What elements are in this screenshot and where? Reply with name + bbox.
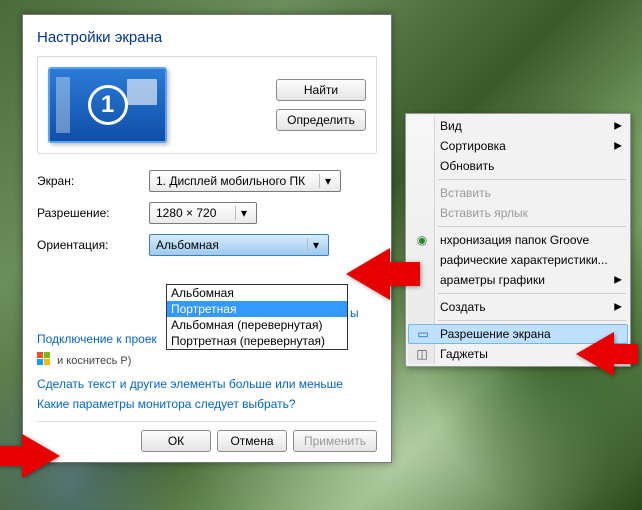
ctx-view[interactable]: Вид▶ — [408, 116, 628, 136]
separator — [37, 421, 377, 422]
orientation-option-selected[interactable]: Портретная — [167, 301, 347, 317]
ctx-refresh[interactable]: Обновить — [408, 156, 628, 176]
submenu-arrow-icon: ▶ — [614, 302, 622, 313]
orientation-option[interactable]: Портретная (перевернутая) — [167, 333, 347, 349]
monitor-preview[interactable]: 1 — [48, 67, 167, 143]
apply-button[interactable]: Применить — [293, 430, 377, 452]
ctx-groove-sync[interactable]: ◉ нхронизация папок Groove — [408, 230, 628, 250]
screen-label: Экран: — [37, 174, 149, 188]
ctx-paste: Вставить — [408, 183, 628, 203]
monitor-icon: ▭ — [415, 326, 431, 342]
orientation-option[interactable]: Альбомная (перевернутая) — [167, 317, 347, 333]
separator — [438, 179, 626, 180]
groove-icon: ◉ — [414, 232, 430, 248]
orientation-option[interactable]: Альбомная — [167, 285, 347, 301]
annotation-arrow — [22, 434, 60, 478]
orientation-label: Ориентация: — [37, 238, 149, 252]
resolution-label: Разрешение: — [37, 206, 149, 220]
identify-button[interactable]: Определить — [276, 109, 366, 131]
ctx-sort[interactable]: Сортировка▶ — [408, 136, 628, 156]
screen-select[interactable]: 1. Дисплей мобильного ПК ▾ — [149, 170, 341, 192]
windows-key-icon — [37, 352, 51, 366]
chevron-down-icon: ▾ — [235, 206, 252, 220]
display-settings-dialog: Настройки экрана 1 Найти Определить Экра… — [22, 14, 392, 463]
gadgets-icon: ◫ — [414, 346, 430, 362]
resolution-select[interactable]: 1280 × 720 ▾ — [149, 202, 257, 224]
textsize-link[interactable]: Сделать текст и другие элементы больше и… — [37, 377, 377, 391]
orientation-select[interactable]: Альбомная ▾ — [149, 234, 329, 256]
desktop-context-menu: Вид▶ Сортировка▶ Обновить Вставить Встав… — [405, 113, 631, 367]
ctx-create[interactable]: Создать▶ — [408, 297, 628, 317]
cancel-button[interactable]: Отмена — [217, 430, 287, 452]
submenu-arrow-icon: ▶ — [614, 121, 622, 132]
monitor-preview-group: 1 Найти Определить — [37, 56, 377, 154]
ctx-gfx-params[interactable]: араметры графики▶ — [408, 270, 628, 290]
separator — [438, 293, 626, 294]
separator — [438, 226, 626, 227]
submenu-arrow-icon: ▶ — [614, 141, 622, 152]
chevron-down-icon: ▾ — [307, 238, 324, 252]
find-button[interactable]: Найти — [276, 79, 366, 101]
projector-hint: и коснитесь P) — [37, 352, 377, 367]
dialog-title: Настройки экрана — [37, 29, 377, 46]
orientation-dropdown-list[interactable]: Альбомная Портретная Альбомная (переверн… — [166, 284, 348, 350]
separator — [438, 320, 626, 321]
which-params-link[interactable]: Какие параметры монитора следует выбрать… — [37, 397, 377, 411]
monitor-number: 1 — [88, 85, 128, 125]
submenu-arrow-icon: ▶ — [614, 275, 622, 286]
ctx-paste-shortcut: Вставить ярлык — [408, 203, 628, 223]
truncated-text: ы — [350, 306, 359, 320]
chevron-down-icon: ▾ — [319, 174, 336, 188]
annotation-arrow — [576, 332, 614, 376]
ctx-gfx-characteristics[interactable]: рафические характеристики... — [408, 250, 628, 270]
annotation-arrow — [346, 248, 390, 300]
ok-button[interactable]: ОК — [141, 430, 211, 452]
